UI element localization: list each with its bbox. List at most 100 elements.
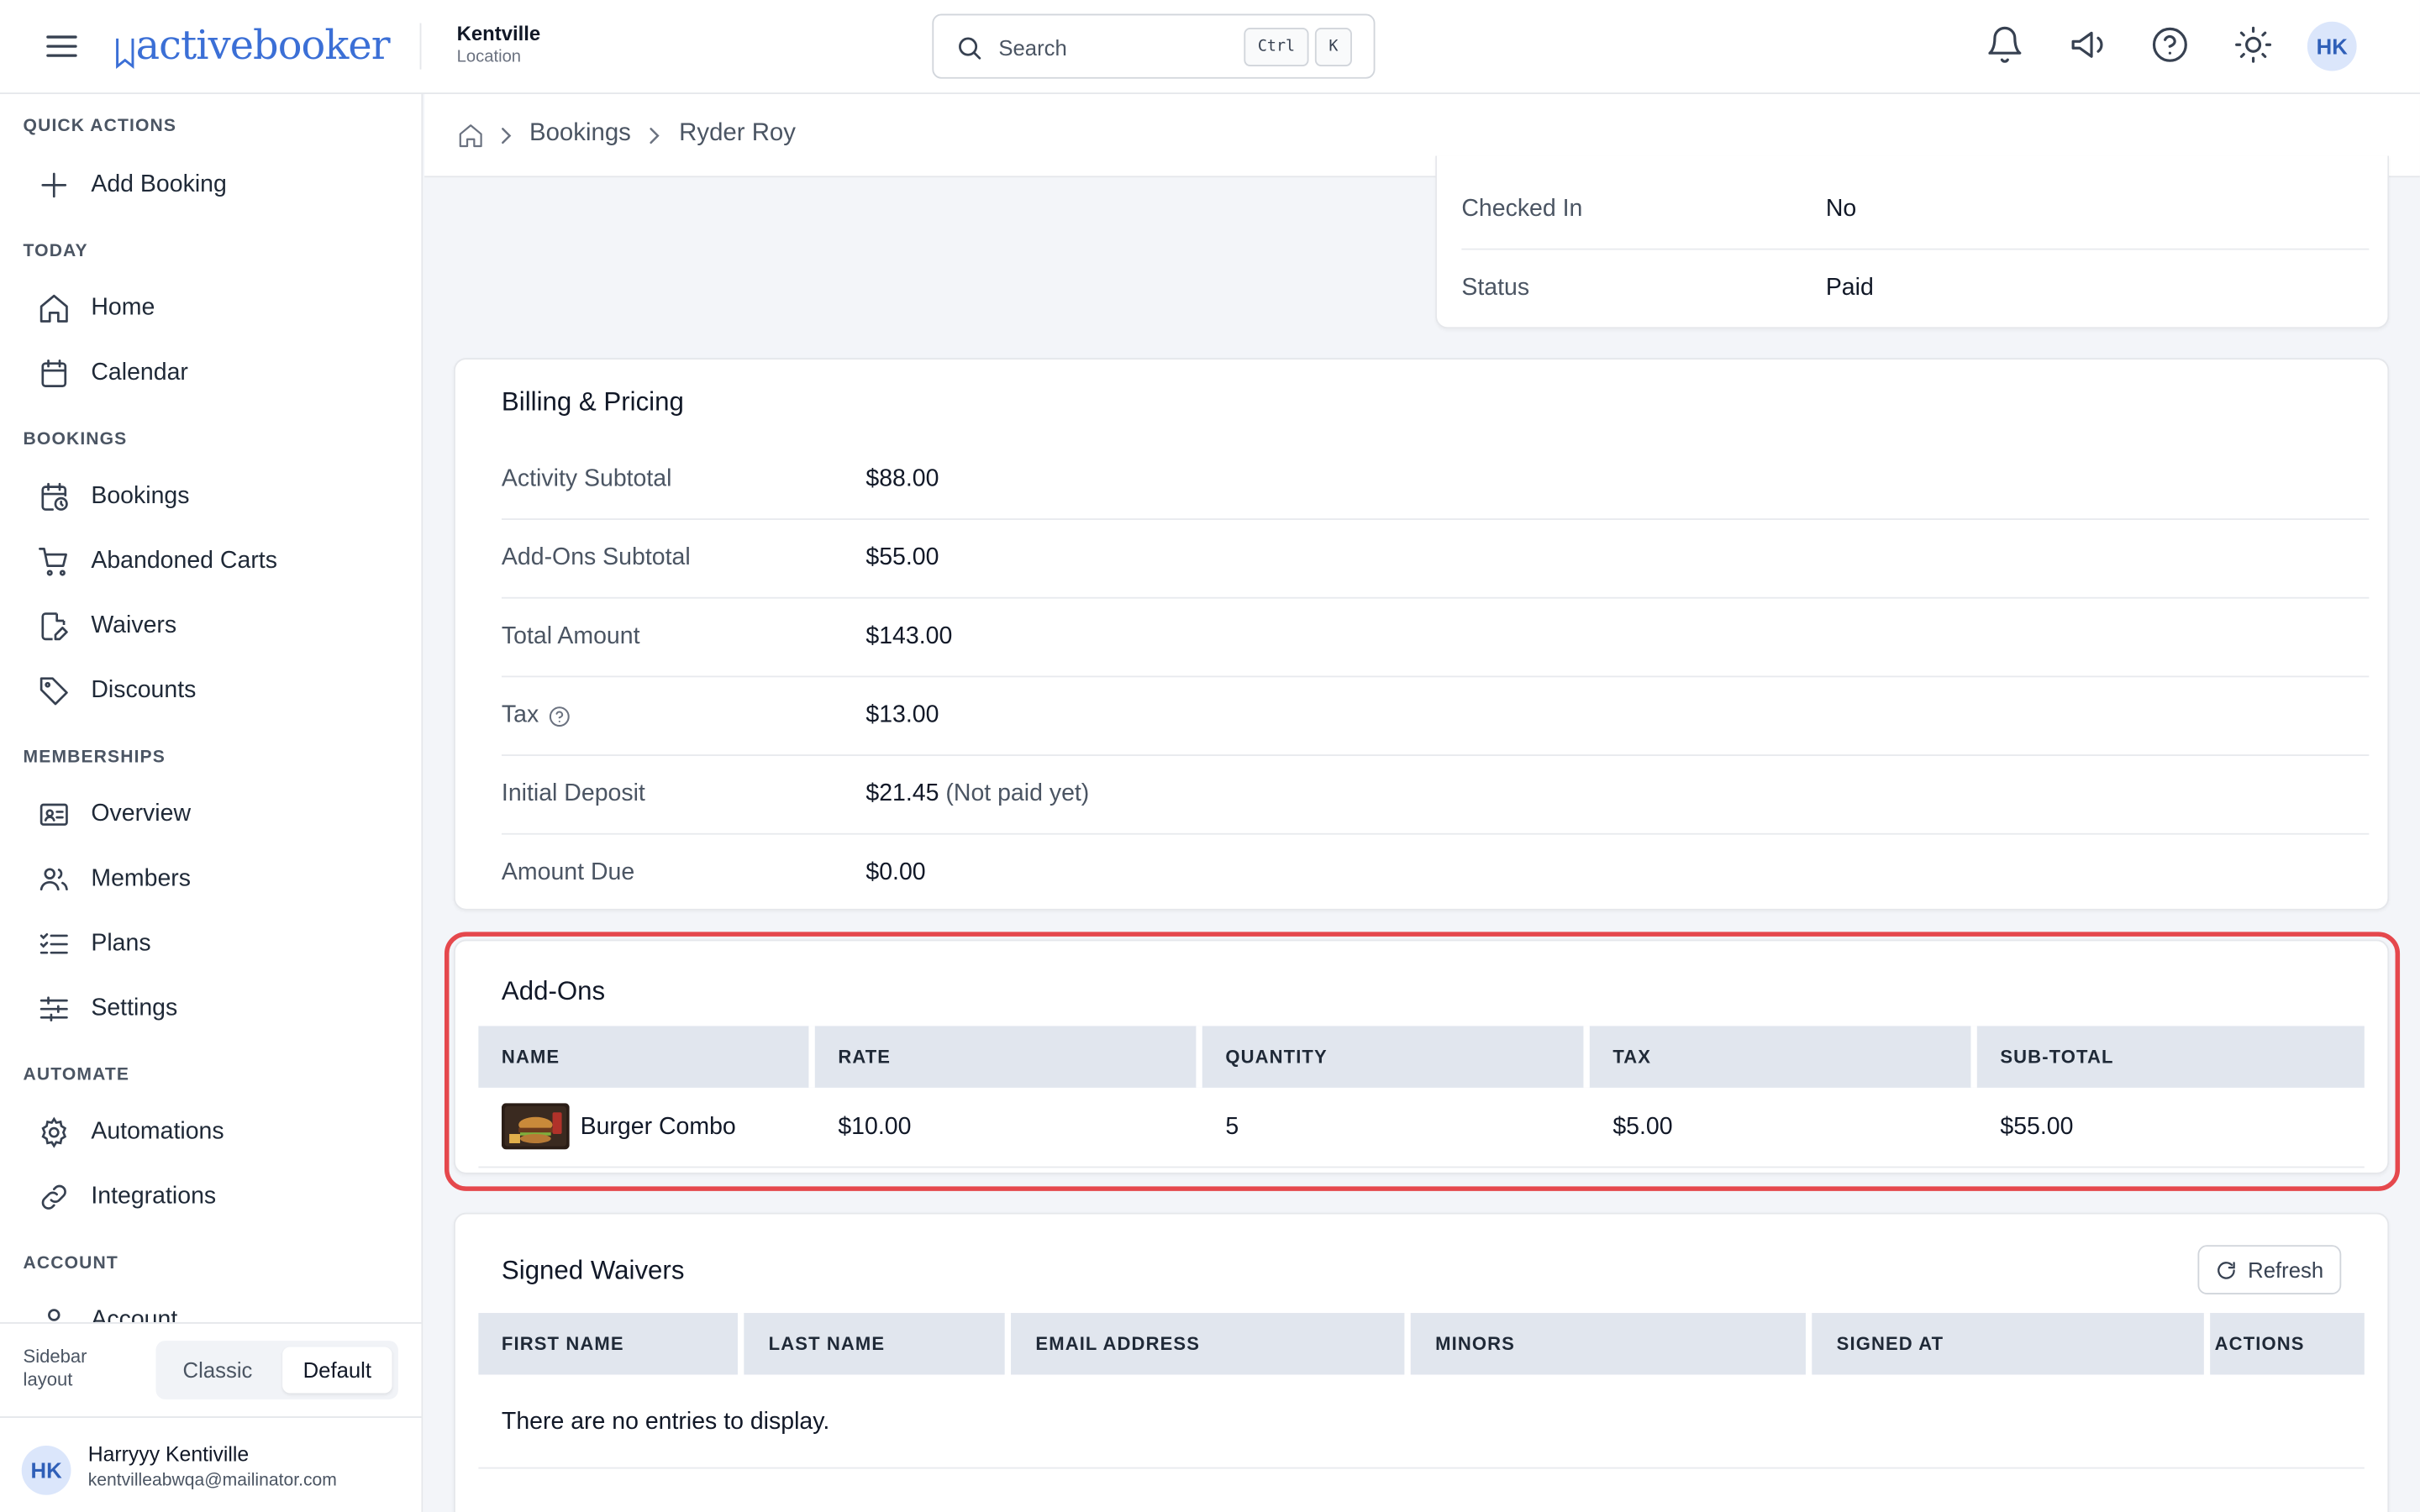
sidebar-item-label: Integrations: [91, 1183, 217, 1210]
checked-in-value: No: [1825, 196, 1857, 223]
tax-label: Tax: [501, 701, 539, 728]
billing-row: Activity Subtotal $88.00: [501, 441, 2370, 520]
sidebar-item-calendar[interactable]: Calendar: [37, 350, 188, 396]
status-label: Status: [1461, 274, 1530, 302]
sun-icon[interactable]: [2233, 24, 2274, 65]
layout-option-classic[interactable]: Classic: [162, 1347, 273, 1393]
addons-title: Add-Ons: [501, 976, 606, 1006]
sidebar-item-home[interactable]: Home: [37, 286, 155, 332]
addons-col-name[interactable]: NAME: [478, 1026, 808, 1087]
calendar-icon: [41, 359, 67, 387]
divider: [478, 1467, 2365, 1469]
sidebar-item-label: Members: [91, 865, 192, 892]
waivers-col-last-name[interactable]: LAST NAME: [745, 1313, 1005, 1374]
refresh-button[interactable]: Refresh: [2197, 1245, 2342, 1294]
help-icon[interactable]: [2150, 24, 2191, 65]
refresh-label: Refresh: [2248, 1257, 2324, 1283]
waivers-col-signed-at[interactable]: SIGNED AT: [1813, 1313, 2204, 1374]
sidebar-item-abandoned-carts[interactable]: Abandoned Carts: [37, 538, 277, 585]
sidebar-item-waivers[interactable]: Waivers: [37, 603, 176, 649]
addons-col-quantity[interactable]: QUANTITY: [1202, 1026, 1584, 1087]
help-circle-icon[interactable]: [548, 704, 571, 727]
billing-row: Tax $13.00: [501, 677, 2370, 756]
sidebar-section-bookings: BOOKINGS: [23, 430, 128, 449]
addons-col-subtotal[interactable]: SUB-TOTAL: [1977, 1026, 2365, 1087]
deposit-amount: $21.45: [865, 780, 939, 807]
addons-col-tax[interactable]: TAX: [1590, 1026, 1971, 1087]
billing-title: Billing & Pricing: [501, 387, 684, 417]
billing-label: Add-Ons Subtotal: [501, 544, 691, 571]
waivers-title: Signed Waivers: [501, 1256, 685, 1285]
sidebar-item-label: Overview: [91, 801, 192, 827]
calendar-clock-icon: [41, 482, 68, 511]
sidebar-section-today: TODAY: [23, 242, 88, 261]
sidebar-item-overview[interactable]: Overview: [37, 791, 191, 837]
menu-icon[interactable]: [43, 28, 80, 65]
user-name: Harryyy Kentiville: [87, 1442, 250, 1466]
table-row: Burger Combo $10.00 5 $5.00 $55.00: [478, 1088, 2365, 1168]
waivers-col-actions[interactable]: ACTIONS: [2191, 1313, 2365, 1374]
main-content: Bookings Ryder Roy Checked In No Status …: [424, 94, 2420, 1512]
waivers-col-minors[interactable]: MINORS: [1413, 1313, 1806, 1374]
cart-icon: [39, 548, 67, 576]
addons-col-rate[interactable]: RATE: [815, 1026, 1197, 1087]
addon-tax: $5.00: [1612, 1114, 1673, 1141]
waivers-col-email[interactable]: EMAIL ADDRESS: [1013, 1313, 1405, 1374]
addon-subtotal: $55.00: [2000, 1114, 2074, 1141]
megaphone-icon[interactable]: [2068, 24, 2108, 65]
sidebar-layout-label: Sidebar layout: [23, 1345, 87, 1390]
sidebar-item-discounts[interactable]: Discounts: [37, 668, 196, 714]
breadcrumb-current: Ryder Roy: [679, 120, 796, 147]
sidebar-item-bookings[interactable]: Bookings: [37, 474, 189, 520]
shortcut-key-ctrl: Ctrl: [1244, 28, 1309, 66]
breadcrumb-bookings[interactable]: Bookings: [529, 120, 631, 148]
column-separator: [808, 1026, 815, 1088]
billing-value: $13.00: [865, 701, 939, 728]
sidebar-item-settings[interactable]: Settings: [37, 986, 177, 1032]
location-name: Kentville: [456, 21, 541, 45]
sidebar-item-add-booking[interactable]: Add Booking: [37, 162, 227, 208]
sidebar-item-integrations[interactable]: Integrations: [37, 1174, 216, 1221]
bell-icon[interactable]: [1985, 24, 2025, 65]
billing-row: Initial Deposit $21.45 (Not paid yet): [501, 756, 2370, 835]
addon-name: Burger Combo: [580, 1114, 736, 1141]
billing-label: Initial Deposit: [501, 780, 645, 807]
sidebar-item-automations[interactable]: Automations: [37, 1110, 224, 1156]
waivers-col-first-name[interactable]: FIRST NAME: [478, 1313, 738, 1374]
checked-in-label: Checked In: [1461, 196, 1583, 223]
file-pen-icon: [41, 612, 68, 641]
status-row: Status Paid: [1461, 250, 2369, 329]
billing-card: Billing & Pricing Activity Subtotal $88.…: [453, 358, 2390, 914]
user-avatar-small[interactable]: HK: [21, 1445, 71, 1495]
column-separator: [1970, 1026, 1977, 1088]
booking-status-card: Checked In No Status Paid: [1435, 155, 2390, 329]
billing-row: Total Amount $143.00: [501, 599, 2370, 678]
status-value: Paid: [1825, 274, 1874, 302]
column-separator: [1004, 1313, 1012, 1375]
link-icon: [41, 1184, 66, 1210]
home-icon[interactable]: [457, 122, 485, 150]
location-label: Location: [456, 47, 522, 66]
sidebar-item-label: Calendar: [91, 359, 188, 386]
waivers-empty-message: There are no entries to display.: [501, 1408, 830, 1436]
brand-logo[interactable]: activebooker: [111, 15, 391, 76]
column-separator: [1404, 1313, 1411, 1375]
user-email: kentvilleabwqa@mailinator.com: [87, 1472, 337, 1491]
user-avatar[interactable]: HK: [2307, 21, 2357, 71]
billing-label: Total Amount: [501, 623, 640, 650]
sidebar-layout-toggle: Classic Default: [155, 1341, 398, 1399]
sidebar-item-plans[interactable]: Plans: [37, 921, 151, 968]
billing-label-tax: Tax: [502, 702, 571, 730]
addon-quantity: 5: [1225, 1114, 1239, 1141]
sidebar-item-label: Plans: [91, 930, 151, 957]
sidebar-item-label: Abandoned Carts: [91, 548, 277, 575]
location-switcher[interactable]: Kentville Location: [457, 22, 541, 66]
search-box[interactable]: Search Ctrl K: [932, 13, 1376, 79]
sidebar-item-members[interactable]: Members: [37, 856, 191, 902]
logo-text: activebooker: [135, 23, 391, 70]
billing-value: $88.00: [865, 465, 939, 492]
refresh-icon: [2218, 1261, 2236, 1278]
column-separator: [1805, 1313, 1812, 1375]
layout-option-default[interactable]: Default: [282, 1347, 392, 1394]
billing-row: Amount Due $0.00: [502, 835, 2369, 914]
